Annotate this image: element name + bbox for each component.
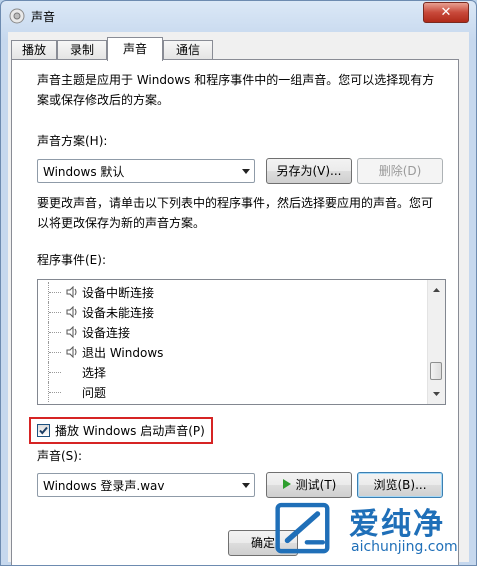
sound-file-label: 声音(S): <box>37 449 83 463</box>
play-icon <box>282 479 291 489</box>
list-item[interactable]: 选择 <box>38 362 428 382</box>
list-item-label: 设备中断连接 <box>82 286 155 300</box>
watermark-logo: 爱纯净 aichunjing.com <box>267 495 476 565</box>
change-text-line1: 要更改声音，请单击以下列表中的程序事件，然后选择要应用的声音。您可 <box>37 196 434 210</box>
scroll-up-icon[interactable] <box>430 283 443 297</box>
events-label: 程序事件(E): <box>37 253 106 267</box>
chevron-down-icon <box>242 169 250 174</box>
brand-logo-icon <box>275 502 330 554</box>
watermark-brand: 爱纯净 <box>349 507 445 542</box>
startup-sound-highlight: 播放 Windows 启动声音(P) <box>29 417 213 444</box>
startup-sound-checkbox[interactable] <box>37 424 50 437</box>
list-item[interactable]: 退出 Windows <box>38 342 428 362</box>
tab-communications[interactable]: 通信 <box>163 40 213 60</box>
scrollbar-thumb[interactable] <box>430 362 442 380</box>
program-events-list[interactable]: 设备中断连接 设备未能连接 设备连接 退出 Windows 选择 问题 <box>37 279 446 405</box>
intro-text-line2: 案或保存修改后的方案。 <box>37 93 170 107</box>
window-title: 声音 <box>31 10 56 24</box>
tab-playback[interactable]: 播放 <box>11 40 57 60</box>
list-item[interactable]: 设备中断连接 <box>38 282 428 302</box>
startup-sound-label[interactable]: 播放 Windows 启动声音(P) <box>55 422 205 439</box>
list-item-label: 选择 <box>82 366 107 380</box>
checkmark-icon <box>39 426 48 435</box>
scheme-select[interactable]: Windows 默认 <box>37 159 255 183</box>
sound-dialog: 声音 ✕ 播放 录制 声音 通信 声音主题是应用于 Windows 和程序事件中… <box>0 0 477 566</box>
test-button-label: 测试(T) <box>295 478 337 492</box>
speaker-icon <box>66 326 77 338</box>
dialog-client: 播放 录制 声音 通信 声音主题是应用于 Windows 和程序事件中的一组声音… <box>8 32 469 565</box>
tab-sounds[interactable]: 声音 <box>107 37 163 61</box>
change-text-line2: 以将更改保存为新的声音方案。 <box>37 216 206 230</box>
list-item-label: 问题 <box>82 386 107 400</box>
title-bar[interactable]: 声音 ✕ <box>1 1 476 31</box>
sound-file-select[interactable]: Windows 登录声.wav <box>37 473 255 497</box>
watermark-url: aichunjing.com <box>351 539 458 555</box>
delete-button[interactable]: 删除(D) <box>357 158 443 184</box>
list-item[interactable]: 设备未能连接 <box>38 302 428 322</box>
intro-text-line1: 声音主题是应用于 Windows 和程序事件中的一组声音。您可以选择现有方 <box>37 73 435 87</box>
tab-recording[interactable]: 录制 <box>57 40 107 60</box>
list-item-label: 退出 Windows <box>82 346 164 360</box>
list-item-label: 设备连接 <box>82 326 131 340</box>
chevron-down-icon <box>242 483 250 488</box>
scheme-select-value: Windows 默认 <box>43 165 125 179</box>
speaker-icon <box>9 8 25 24</box>
scroll-down-icon[interactable] <box>430 387 443 401</box>
sound-file-value: Windows 登录声.wav <box>43 479 165 493</box>
speaker-icon <box>66 286 77 298</box>
list-item-label: 设备未能连接 <box>82 306 155 320</box>
speaker-icon <box>66 346 77 358</box>
list-item[interactable]: 问题 <box>38 382 428 402</box>
list-item[interactable]: 设备连接 <box>38 322 428 342</box>
save-as-button[interactable]: 另存为(V)... <box>266 158 352 184</box>
close-button[interactable]: ✕ <box>423 2 469 23</box>
events-scrollbar[interactable] <box>427 280 445 404</box>
speaker-icon <box>66 306 77 318</box>
scheme-label: 声音方案(H): <box>37 134 108 148</box>
